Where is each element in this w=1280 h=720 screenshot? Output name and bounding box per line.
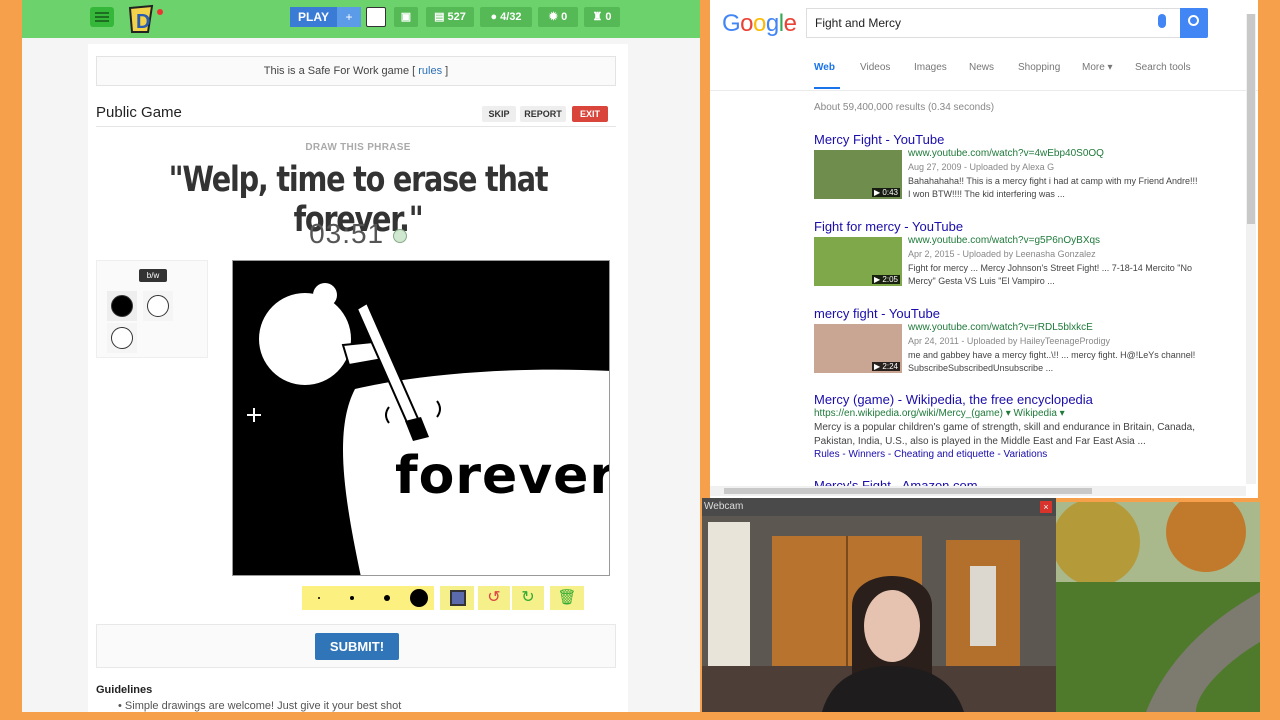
sfw-notice: This is a Safe For Work game [ rules ]	[96, 56, 616, 86]
play-button[interactable]: PLAY	[290, 7, 337, 27]
avatar[interactable]	[366, 7, 386, 27]
guidelines-title: Guidelines	[96, 684, 153, 696]
park-photo	[1056, 502, 1260, 712]
coins-icon: ▤	[434, 11, 448, 23]
search-input[interactable]: Fight and Mercy	[806, 8, 1186, 38]
trash-icon: 🗑	[557, 589, 577, 606]
timer: 03:51	[88, 218, 628, 250]
vertical-scrollbar[interactable]	[1246, 14, 1256, 484]
undo-icon: ↺	[487, 589, 501, 606]
tab-search-tools[interactable]: Search tools	[1135, 62, 1191, 73]
page-title: Public Game	[96, 104, 182, 121]
menu-icon[interactable]	[90, 7, 114, 27]
result-url[interactable]: www.youtube.com/watch?v=g5P6nOyBXqs	[908, 235, 1100, 246]
trophies-counter[interactable]: ♜ 0	[584, 7, 620, 27]
brush-size-group	[302, 586, 404, 610]
result-url[interactable]: www.youtube.com/watch?v=4wEbp40S0OQ	[908, 148, 1104, 159]
game-card: This is a Safe For Work game [ rules ] P…	[88, 44, 628, 712]
drawing-word: forever	[395, 446, 610, 506]
result-title[interactable]: Mercy Fight - YouTube	[814, 132, 944, 147]
close-icon[interactable]: ×	[1040, 501, 1052, 513]
redo-icon: ↻	[521, 589, 535, 606]
players-counter[interactable]: ● 4/32	[480, 7, 532, 27]
redo-button[interactable]: ↻	[512, 586, 544, 610]
tab-web[interactable]: Web	[814, 62, 835, 73]
undo-button[interactable]: ↺	[478, 586, 510, 610]
tab-more[interactable]: More ▾	[1082, 62, 1113, 73]
result-snippet: me and gabbey have a mercy fight..\!! ..…	[908, 350, 1196, 373]
tab-videos[interactable]: Videos	[860, 62, 890, 73]
clear-button[interactable]: 🗑	[550, 586, 584, 610]
search-icon	[1188, 15, 1199, 26]
result-meta: Apr 2, 2015 - Uploaded by Leenasha Gonza…	[908, 249, 1096, 259]
result-url[interactable]: www.youtube.com/watch?v=rRDL5blxkcE	[908, 322, 1093, 333]
eyedropper-icon[interactable]	[107, 323, 137, 353]
create-game-button[interactable]: +	[337, 7, 361, 27]
horizontal-scrollbar[interactable]	[710, 486, 1246, 496]
result-snippet: Mercy is a popular children's game of st…	[814, 422, 1196, 447]
black-swatch[interactable]	[107, 291, 137, 321]
divider	[710, 90, 1258, 91]
submit-button[interactable]: SUBMIT!	[315, 633, 399, 660]
video-thumbnail[interactable]: ▶ 0:43	[814, 150, 902, 199]
result-title[interactable]: mercy fight - YouTube	[814, 306, 940, 321]
brush-sm[interactable]	[350, 596, 354, 600]
add-time-icon[interactable]	[392, 228, 407, 243]
inbox-icon[interactable]: ▣	[394, 7, 418, 27]
video-thumbnail[interactable]: ▶ 2:24	[814, 324, 902, 373]
tab-shopping[interactable]: Shopping	[1018, 62, 1060, 73]
result-snippet: Bahahahaha!! This is a mercy fight i had…	[908, 176, 1198, 199]
webcam-title: Webcam	[702, 498, 1056, 516]
google-logo[interactable]: Google	[722, 10, 797, 38]
user-icon: ●	[490, 11, 501, 23]
result-meta: Apr 24, 2011 - Uploaded by HaileyTeenage…	[908, 336, 1110, 346]
sitelinks[interactable]: Rules - Winners - Cheating and etiquette…	[814, 449, 1047, 460]
coins-counter[interactable]: ▤ 527	[426, 7, 474, 27]
tab-news[interactable]: News	[969, 62, 994, 73]
result-meta: Aug 27, 2009 - Uploaded by Alexa G	[908, 162, 1055, 172]
brush-xs[interactable]	[318, 597, 320, 599]
rules-link[interactable]: rules	[418, 65, 442, 77]
result-title[interactable]: Mercy (game) - Wikipedia, the free encyc…	[814, 392, 1093, 407]
guideline-item: • Simple drawings are welcome! Just give…	[118, 700, 402, 712]
palette-label: b/w	[139, 269, 167, 282]
tab-images[interactable]: Images	[914, 62, 947, 73]
search-button[interactable]	[1180, 8, 1208, 38]
brush-lg[interactable]	[404, 586, 434, 610]
divider	[96, 126, 616, 127]
webcam-window: Webcam ×	[702, 498, 1056, 712]
white-swatch[interactable]	[143, 291, 173, 321]
game-window: D PLAY + ▣ ▤ 527 ● 4/32 ✹ 0 ♜ 0 This is …	[22, 0, 700, 712]
video-thumbnail[interactable]: ▶ 2:05	[814, 237, 902, 286]
trophy-icon: ♜	[592, 11, 606, 23]
brush-md[interactable]	[384, 595, 390, 601]
report-button[interactable]: REPORT	[520, 106, 566, 122]
google-results-window: Google Fight and Mercy Web Videos Images…	[710, 0, 1258, 498]
webcam-feed	[702, 516, 1056, 712]
fill-button[interactable]	[440, 586, 474, 610]
svg-text:D: D	[136, 11, 150, 33]
paw-icon: ✹	[548, 11, 562, 23]
result-snippet: Fight for mercy ... Mercy Johnson's Stre…	[908, 263, 1193, 286]
top-nav-bar: D PLAY + ▣ ▤ 527 ● 4/32 ✹ 0 ♜ 0	[22, 0, 700, 38]
color-palette: b/w	[96, 260, 208, 358]
drawing: forever	[247, 283, 610, 575]
large-dot-icon	[410, 589, 428, 607]
fill-icon	[450, 590, 466, 606]
phrase-hint: DRAW THIS PHRASE	[305, 142, 411, 153]
stars-counter[interactable]: ✹ 0	[538, 7, 578, 27]
exit-button[interactable]: EXIT	[572, 106, 608, 122]
drawception-logo[interactable]: D	[122, 2, 172, 36]
skip-button[interactable]: SKIP	[482, 106, 516, 122]
submit-area: SUBMIT!	[96, 624, 616, 668]
result-count: About 59,400,000 results (0.34 seconds)	[814, 102, 995, 113]
microphone-icon[interactable]	[1158, 14, 1166, 28]
active-tab-underline	[814, 87, 840, 89]
drawing-canvas[interactable]: forever	[232, 260, 610, 576]
result-title[interactable]: Fight for mercy - YouTube	[814, 219, 963, 234]
result-url[interactable]: https://en.wikipedia.org/wiki/Mercy_(gam…	[814, 408, 1065, 419]
